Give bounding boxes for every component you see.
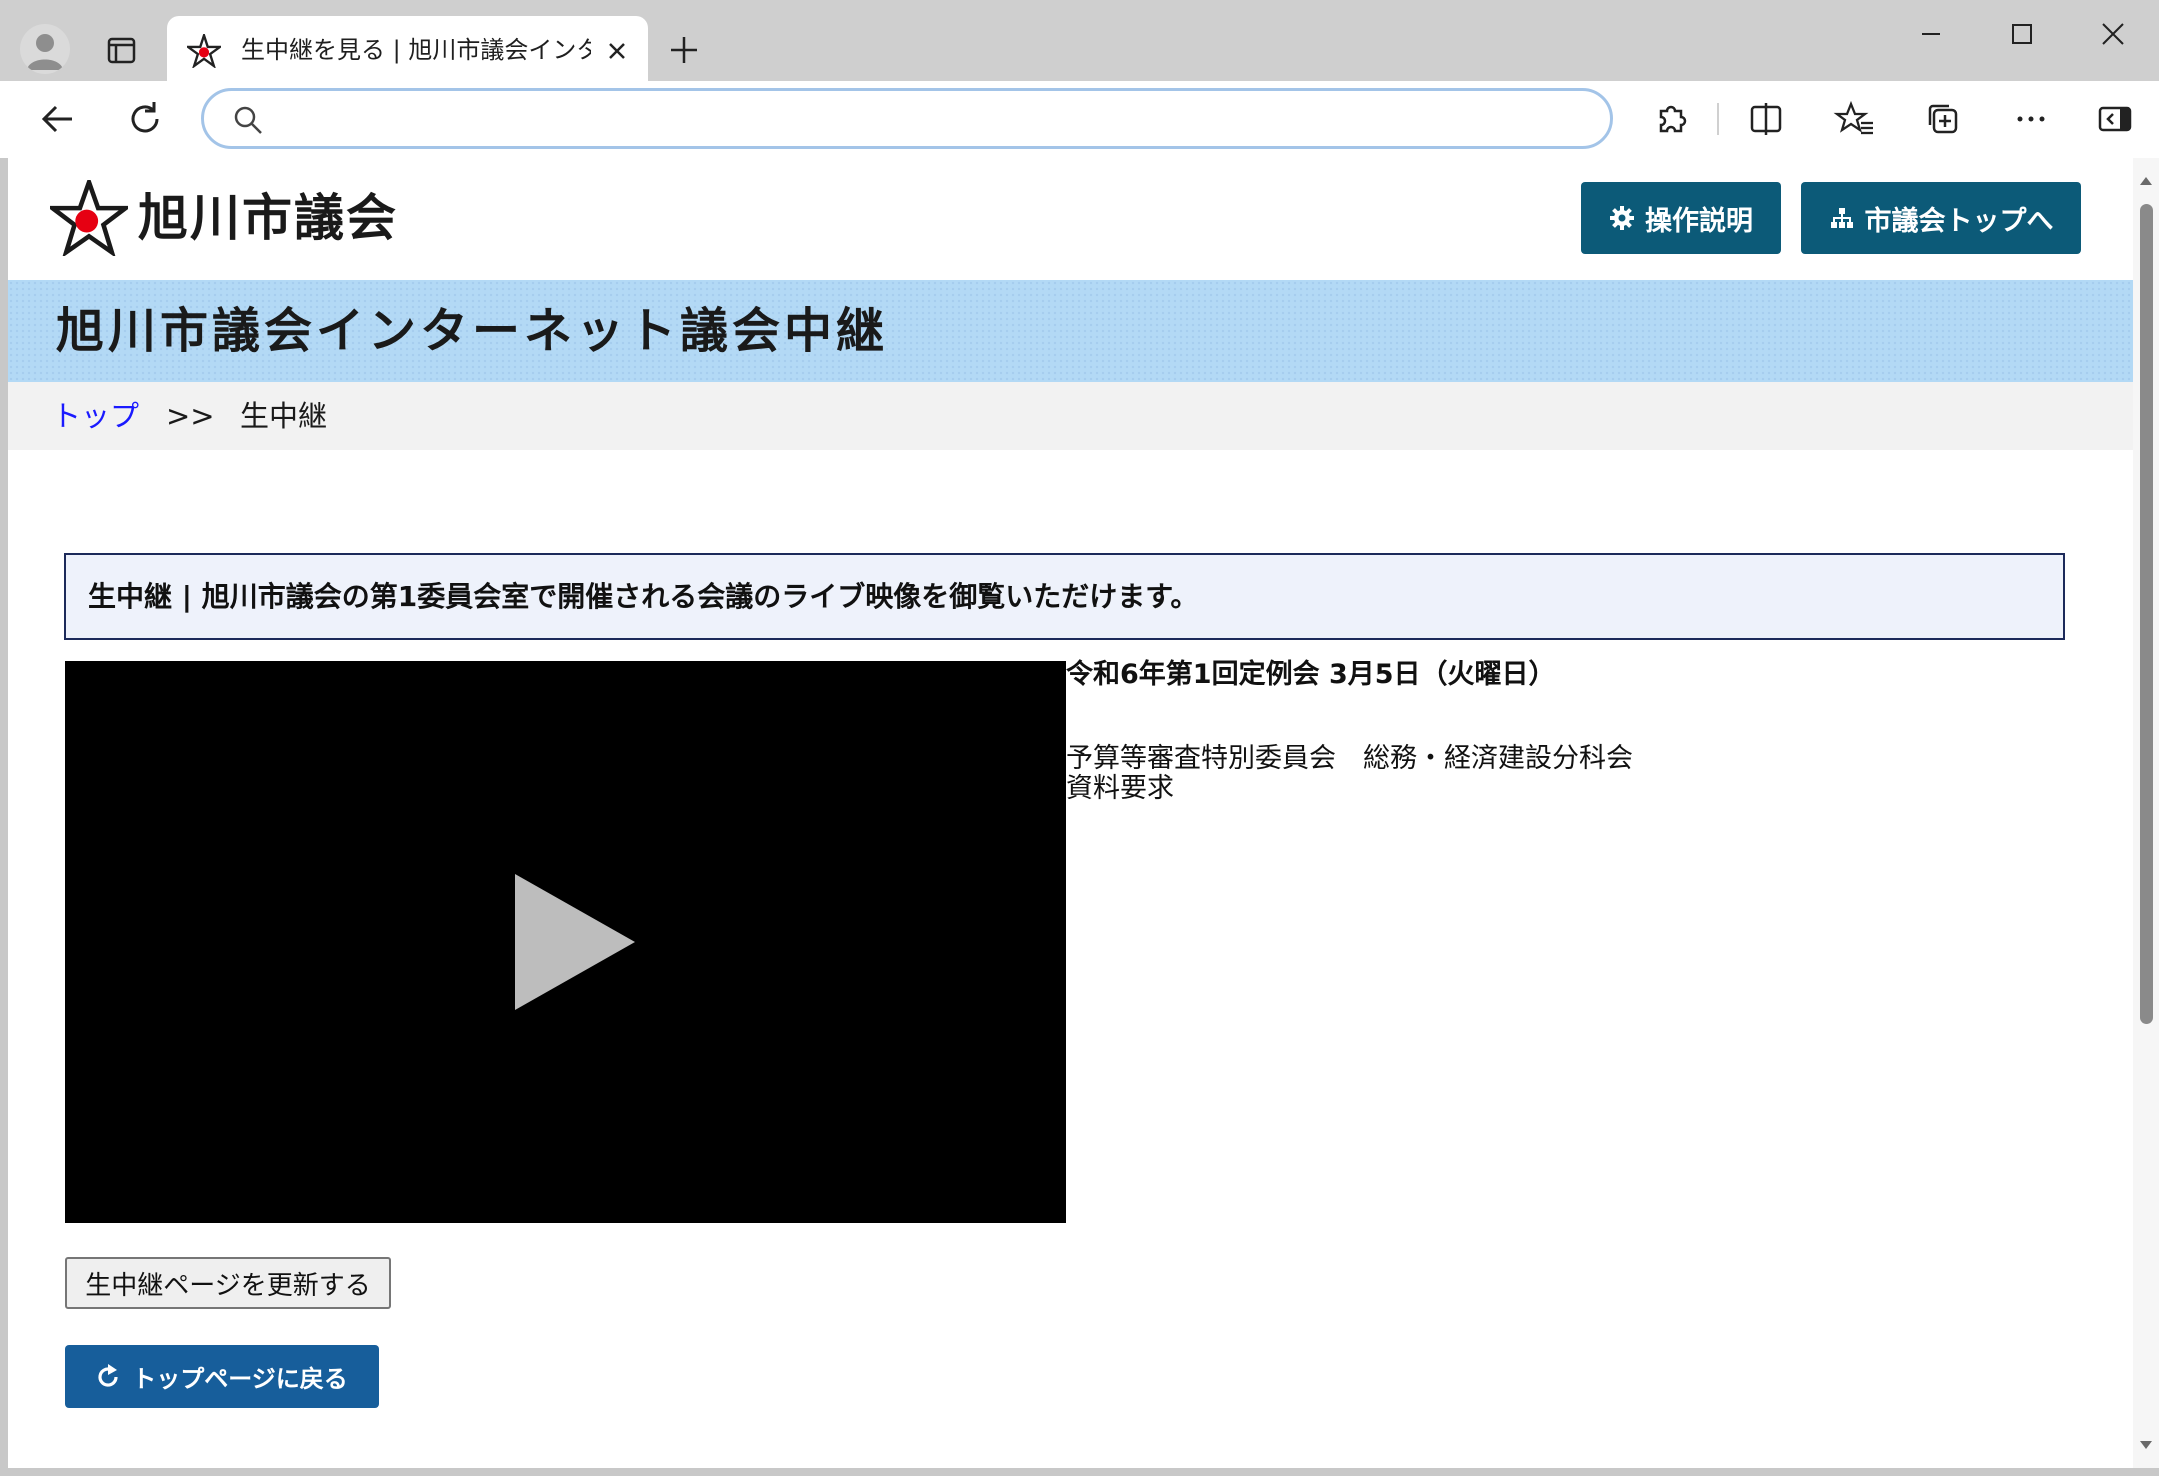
council-top-button-label: 市議会トップへ [1864, 205, 2054, 237]
scroll-down-arrow-icon[interactable] [2139, 1440, 2153, 1450]
live-notice-box: 生中継 | 旭川市議会の第1委員会室で開催される会議のライブ映像を御覧いただけま… [64, 553, 2065, 640]
star-favicon-icon [184, 31, 224, 70]
site-logo[interactable]: 旭川市議会 [45, 175, 410, 260]
scrollbar-thumb[interactable] [2140, 204, 2153, 1024]
vertical-scrollbar[interactable] [2133, 158, 2159, 1468]
return-arrow-icon [98, 1363, 118, 1387]
new-tab-icon[interactable] [664, 30, 704, 70]
gear-icon [1610, 206, 1634, 230]
back-to-top-label: トップページに戻る [132, 1365, 348, 1393]
tab-actions-icon[interactable] [101, 30, 141, 70]
browser-titlebar: 生中継を見る | 旭川市議会インターネット議会中継 [0, 0, 2159, 82]
close-window-icon[interactable] [2083, 14, 2143, 54]
more-options-icon[interactable] [2009, 97, 2053, 141]
extensions-puzzle-icon[interactable] [1649, 97, 1693, 141]
collections-icon[interactable] [1921, 97, 1965, 141]
breadcrumb-current: 生中継 [240, 399, 328, 433]
search-icon [232, 104, 264, 136]
sitemap-icon [1830, 208, 1853, 228]
meeting-topic: 資料要求 [1066, 773, 1174, 804]
meeting-committee: 予算等審査特別委員会 総務・経済建設分科会 [1066, 743, 1633, 774]
meeting-title: 令和6年第1回定例会 3月5日（火曜日） [1066, 659, 1556, 690]
profile-avatar-icon[interactable] [20, 24, 70, 74]
banner-title: 旭川市議会インターネット議会中継 [56, 303, 889, 359]
logo-text: 旭川市議会 [138, 189, 398, 247]
browser-toolbar [0, 81, 2159, 158]
live-notice-text: 生中継 | 旭川市議会の第1委員会室で開催される会議のライブ映像を御覧いただけま… [88, 580, 1199, 613]
play-icon[interactable] [515, 874, 635, 1010]
star-emblem-icon [45, 175, 133, 258]
refresh-icon[interactable] [123, 97, 167, 141]
tab-title: 生中継を見る | 旭川市議会インターネット議会中継 [241, 36, 591, 64]
split-screen-icon[interactable] [1744, 97, 1788, 141]
scroll-up-arrow-icon[interactable] [2139, 176, 2153, 186]
toolbar-divider [1717, 103, 1719, 135]
sidebar-toggle-icon[interactable] [2093, 97, 2137, 141]
browser-tab-active[interactable]: 生中継を見る | 旭川市議会インターネット議会中継 [167, 16, 648, 82]
breadcrumb: トップ >> 生中継 [8, 382, 2133, 450]
breadcrumb-separator: >> [166, 399, 215, 433]
page-viewport: 旭川市議会 操作説明 市議会トップへ 旭川市議会インターネット議会中継 トップ … [8, 158, 2159, 1468]
help-button-label: 操作説明 [1645, 205, 1753, 237]
address-bar[interactable] [201, 88, 1613, 149]
maximize-icon[interactable] [1992, 14, 2052, 54]
close-tab-icon[interactable] [603, 37, 631, 65]
back-arrow-icon[interactable] [36, 97, 80, 141]
back-to-top-button[interactable]: トップページに戻る [65, 1345, 379, 1408]
council-top-button[interactable]: 市議会トップへ [1801, 182, 2081, 254]
site-banner: 旭川市議会インターネット議会中継 [8, 280, 2133, 382]
minimize-icon[interactable] [1900, 14, 1960, 54]
help-button[interactable]: 操作説明 [1581, 182, 1781, 254]
breadcrumb-top-link[interactable]: トップ [52, 398, 139, 434]
favorites-star-icon[interactable] [1833, 97, 1877, 141]
live-video-player[interactable] [65, 661, 1066, 1223]
refresh-live-page-button[interactable]: 生中継ページを更新する [65, 1257, 391, 1309]
